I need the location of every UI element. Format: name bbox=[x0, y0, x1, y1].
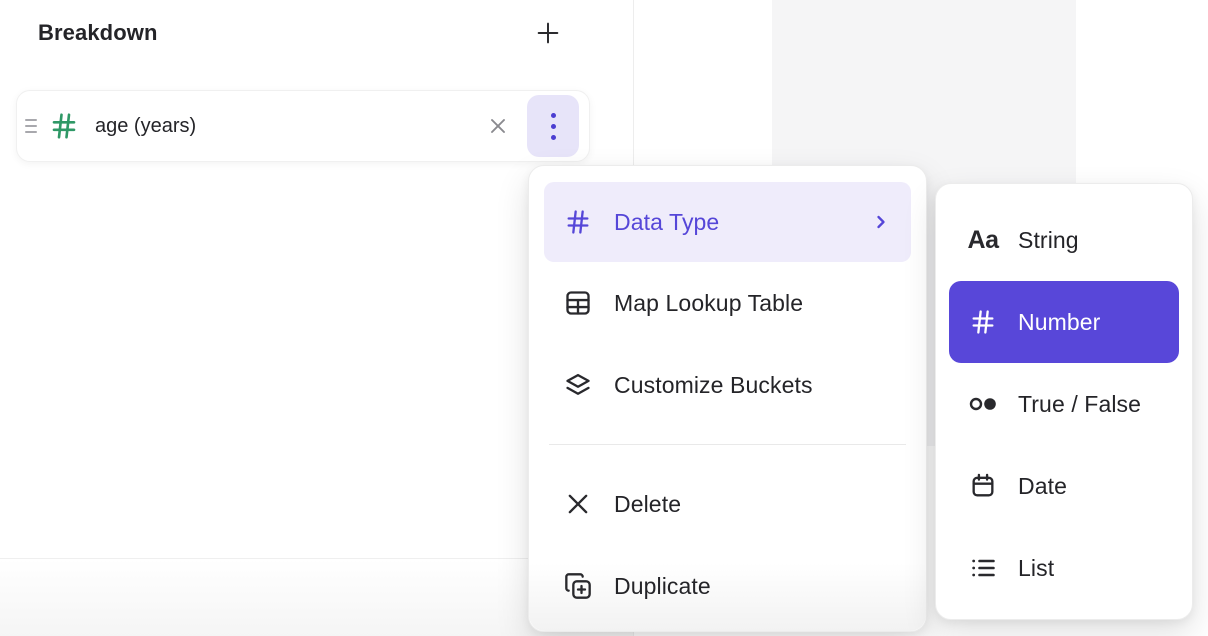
menu-item-label: Delete bbox=[614, 491, 681, 518]
buckets-icon bbox=[564, 371, 592, 399]
menu-item-delete[interactable]: Delete bbox=[544, 463, 911, 545]
submenu-item-label: String bbox=[1018, 227, 1079, 254]
submenu-item-true-false[interactable]: True / False bbox=[949, 363, 1179, 445]
list-icon bbox=[966, 553, 1000, 583]
submenu-item-number[interactable]: Number bbox=[949, 281, 1179, 363]
submenu-item-date[interactable]: Date bbox=[949, 445, 1179, 527]
hash-icon bbox=[966, 307, 1000, 337]
menu-divider bbox=[549, 444, 906, 445]
submenu-item-string[interactable]: Aa String bbox=[949, 199, 1179, 281]
menu-item-label: Customize Buckets bbox=[614, 372, 813, 399]
submenu-item-label: Number bbox=[1018, 309, 1100, 336]
menu-item-map-lookup-table[interactable]: Map Lookup Table bbox=[544, 262, 911, 344]
breakdown-title: Breakdown bbox=[38, 16, 598, 50]
kebab-dots-icon bbox=[551, 113, 556, 140]
number-type-icon bbox=[49, 111, 79, 141]
menu-item-label: Data Type bbox=[614, 209, 719, 236]
close-icon bbox=[486, 114, 510, 138]
submenu-item-list[interactable]: List bbox=[949, 527, 1179, 609]
drag-handle-icon[interactable] bbox=[25, 119, 41, 133]
remove-field-button[interactable] bbox=[481, 109, 515, 143]
boolean-circles-icon bbox=[966, 389, 1000, 419]
x-icon bbox=[564, 490, 592, 518]
calendar-icon bbox=[966, 471, 1000, 501]
chevron-right-icon bbox=[871, 212, 891, 232]
hash-icon bbox=[564, 208, 592, 236]
menu-item-label: Duplicate bbox=[614, 573, 711, 600]
submenu-item-label: True / False bbox=[1018, 391, 1141, 418]
breakdown-header: Breakdown bbox=[38, 16, 598, 52]
field-context-menu: Data Type Map Lookup Table Customize Buc… bbox=[528, 165, 927, 632]
menu-item-duplicate[interactable]: Duplicate bbox=[544, 545, 911, 627]
plus-icon bbox=[534, 19, 562, 47]
duplicate-icon bbox=[564, 572, 592, 600]
app-canvas: Breakdown age (years) Da bbox=[0, 0, 1208, 636]
menu-item-label: Map Lookup Table bbox=[614, 290, 803, 317]
data-type-submenu: Aa String Number True / False Date bbox=[935, 183, 1193, 620]
table-icon bbox=[564, 289, 592, 317]
menu-item-data-type[interactable]: Data Type bbox=[544, 182, 911, 262]
menu-item-customize-buckets[interactable]: Customize Buckets bbox=[544, 344, 911, 426]
submenu-item-label: Date bbox=[1018, 473, 1067, 500]
breakdown-field-card[interactable]: age (years) bbox=[16, 90, 590, 162]
field-name: age (years) bbox=[95, 115, 481, 138]
submenu-item-label: List bbox=[1018, 555, 1054, 582]
field-more-button[interactable] bbox=[527, 95, 579, 157]
string-aa-icon: Aa bbox=[966, 225, 1000, 255]
add-breakdown-button[interactable] bbox=[531, 16, 565, 50]
